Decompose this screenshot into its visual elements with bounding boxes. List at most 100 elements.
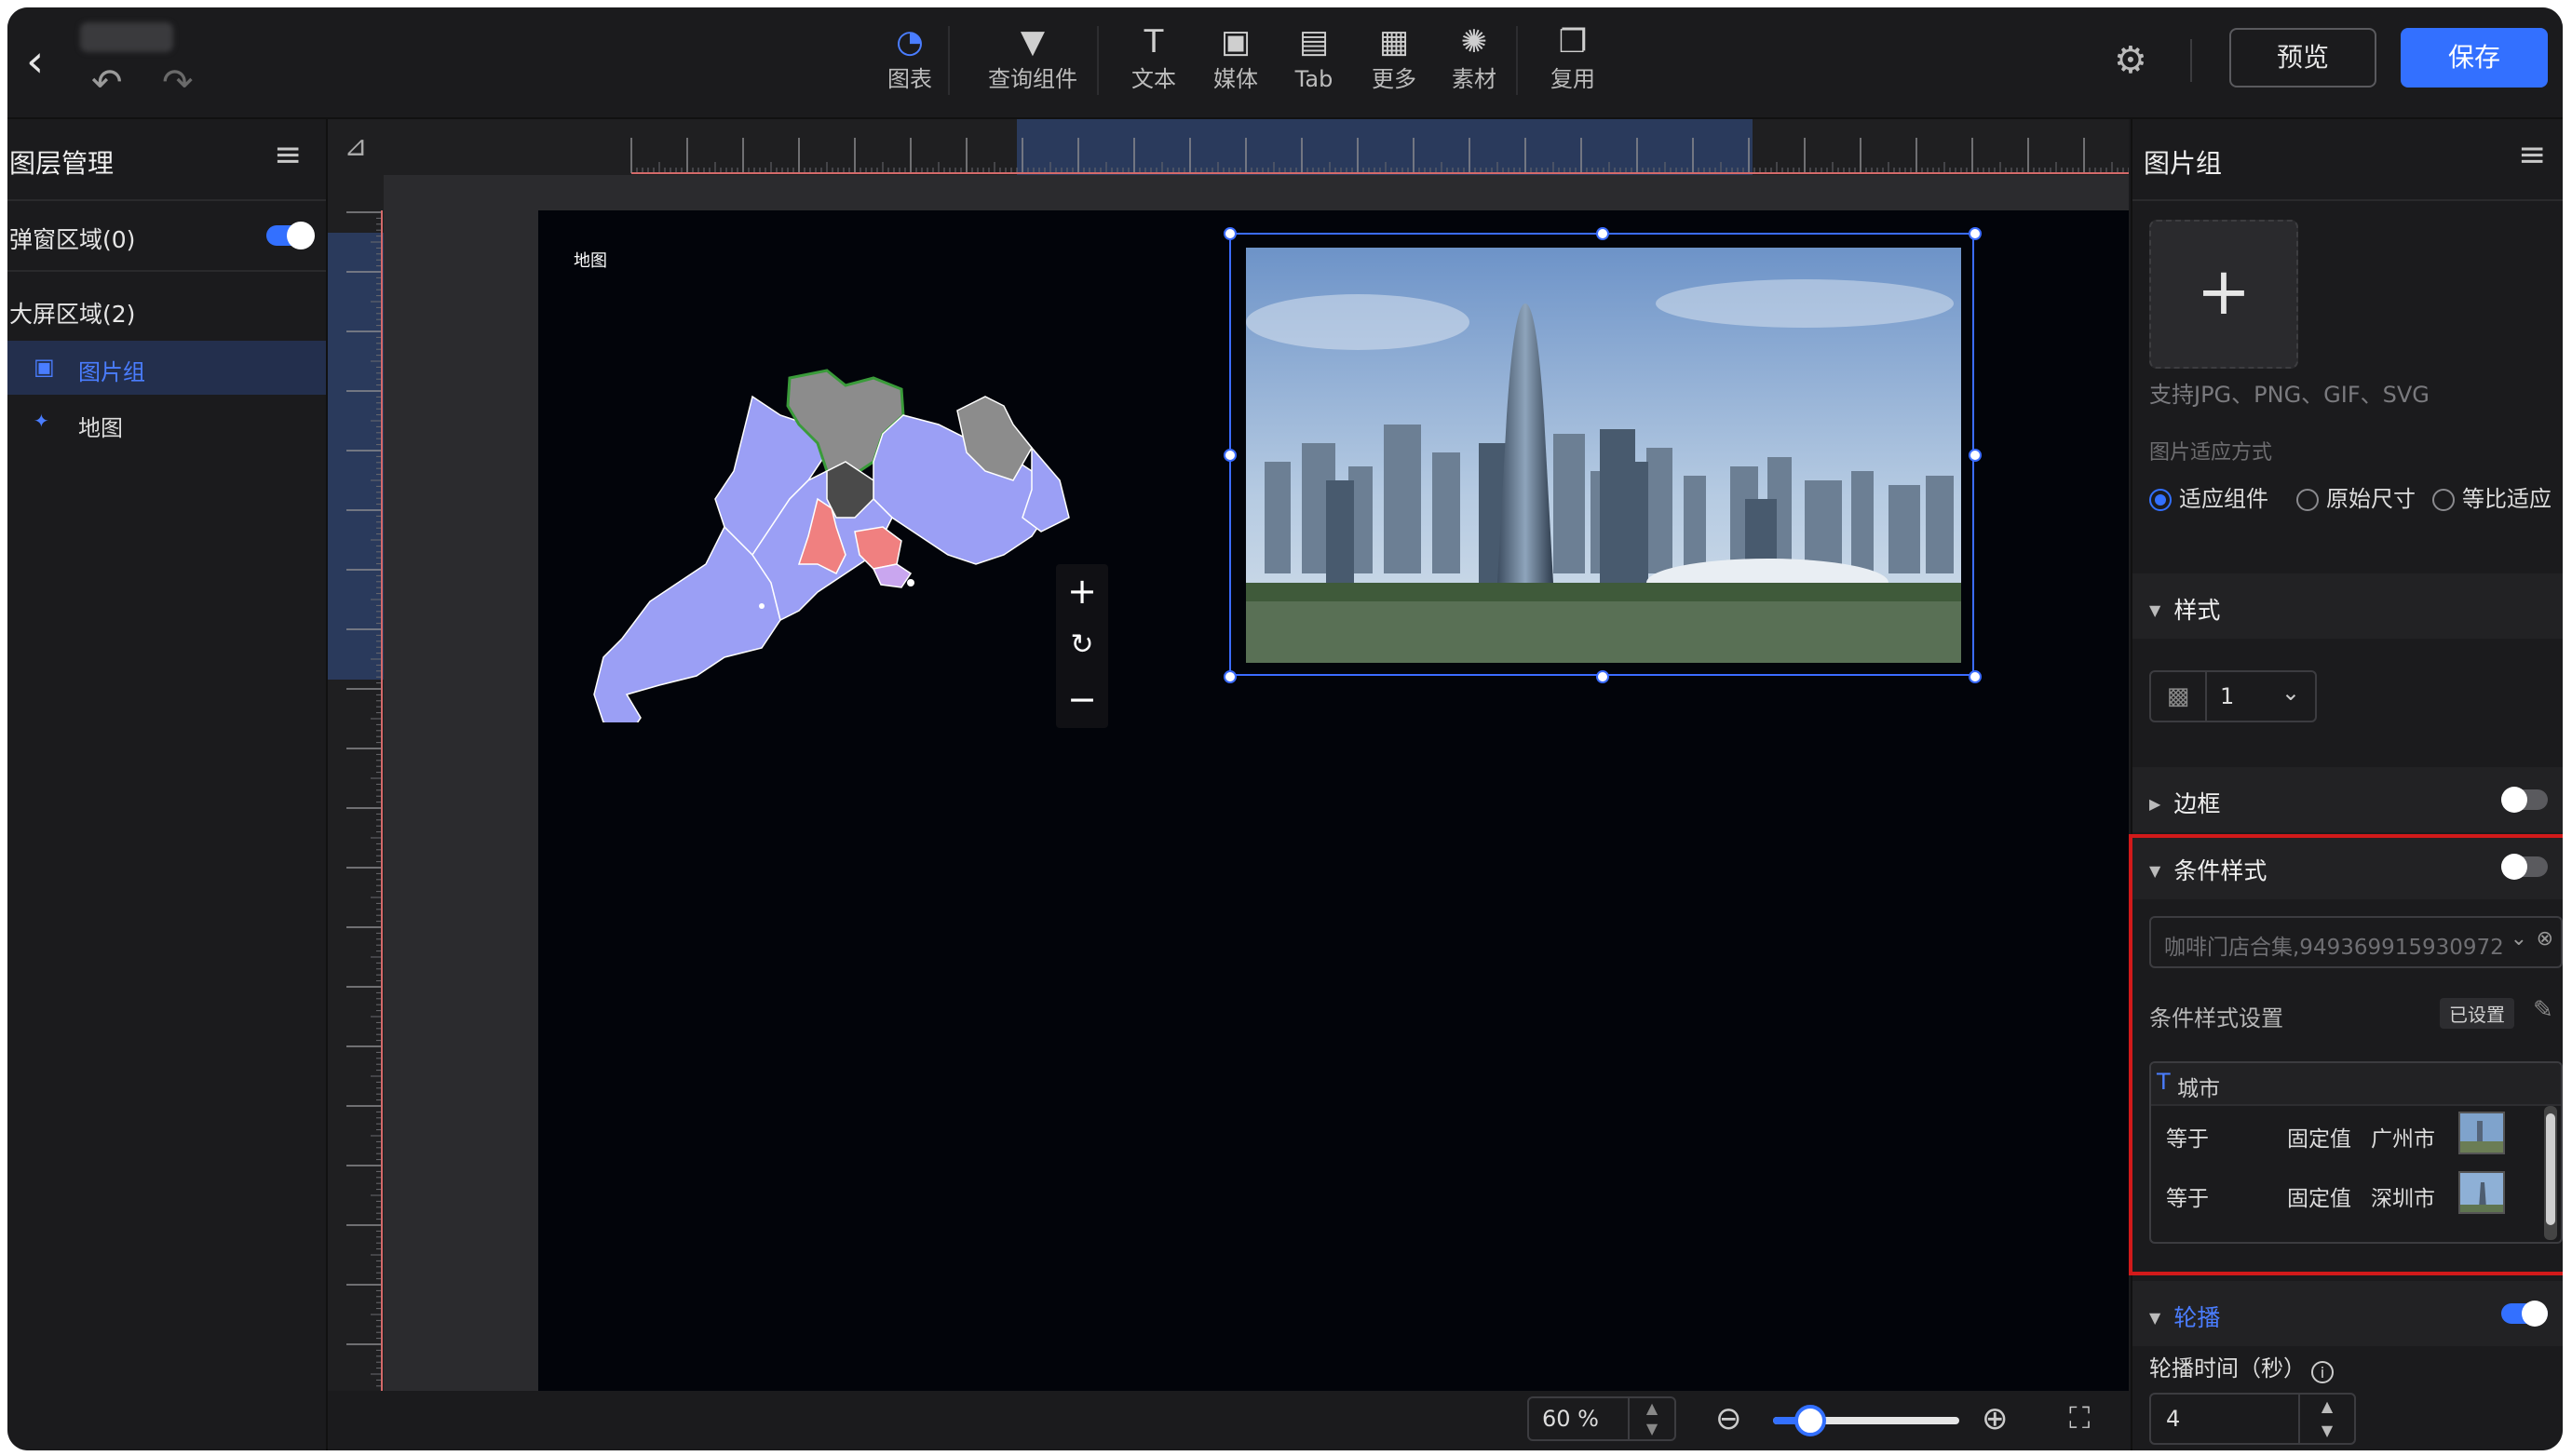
thumb-ground bbox=[2460, 1205, 2503, 1212]
fit-option-proportional[interactable]: 等比适应 bbox=[2432, 480, 2552, 513]
popup-area-toggle[interactable] bbox=[266, 222, 315, 249]
menu-icon[interactable]: ≡ bbox=[274, 136, 302, 174]
condition-image-thumbnail[interactable] bbox=[2458, 1171, 2505, 1214]
conditional-style-toggle[interactable] bbox=[2501, 854, 2548, 880]
layer-name: 地图 bbox=[78, 415, 123, 441]
resize-handle-b[interactable] bbox=[1596, 670, 1609, 683]
style-section-header[interactable]: ▼ 样式 bbox=[2132, 573, 2563, 639]
tool-chart[interactable]: ◔ 图表 bbox=[859, 19, 961, 108]
resize-handle-t[interactable] bbox=[1596, 227, 1609, 240]
image-group-component[interactable] bbox=[1224, 227, 1982, 683]
menu-icon[interactable]: ≡ bbox=[2518, 136, 2546, 174]
layer-item-image-group[interactable]: ▣ 图片组 bbox=[7, 341, 326, 395]
horizontal-ruler[interactable] bbox=[384, 119, 2129, 175]
section-title: 轮播 bbox=[2173, 1304, 2221, 1331]
dataset-select[interactable]: 咖啡门店合集,949369915930972 ⌄ ⊗ bbox=[2149, 916, 2563, 968]
carousel-time-input[interactable]: 4 ▲ ▼ bbox=[2149, 1393, 2356, 1445]
carousel-toggle[interactable] bbox=[2501, 1301, 2548, 1327]
radio-checked-icon[interactable] bbox=[2149, 489, 2172, 511]
edit-icon[interactable]: ✎ bbox=[2533, 996, 2553, 1024]
fit-screen-icon[interactable]: ⛶ bbox=[2069, 1400, 2090, 1436]
conditional-style-section-header[interactable]: ▼ 条件样式 bbox=[2132, 834, 2563, 899]
style-value: 1 bbox=[2220, 683, 2235, 709]
redo-icon[interactable]: ↷ bbox=[162, 61, 194, 104]
condition-row[interactable]: 等于 固定值 深圳市 bbox=[2151, 1167, 2546, 1223]
fit-option-component[interactable]: 适应组件 bbox=[2149, 480, 2268, 513]
zoom-slider-knob[interactable] bbox=[1794, 1405, 1826, 1436]
map-zoom-in-icon[interactable]: + bbox=[1056, 564, 1108, 618]
upload-format-hint: 支持JPG、PNG、GIF、SVG bbox=[2149, 382, 2430, 408]
stepper-down-icon[interactable]: ▼ bbox=[1630, 1419, 1674, 1439]
condition-image-thumbnail[interactable] bbox=[2458, 1112, 2505, 1154]
design-canvas[interactable]: 地图 + ↻ − bbox=[538, 210, 2129, 1391]
city-skyline-image bbox=[1246, 248, 1961, 663]
tool-label: 查询组件 bbox=[988, 66, 1077, 92]
info-icon[interactable]: i bbox=[2311, 1361, 2334, 1383]
map-zoom-out-icon[interactable]: − bbox=[1056, 672, 1108, 726]
map-island-2 bbox=[759, 603, 765, 609]
radio-icon[interactable] bbox=[2432, 489, 2455, 511]
zoom-input[interactable]: 60 % ▲ ▼ bbox=[1527, 1396, 1676, 1441]
map-reset-icon[interactable]: ↻ bbox=[1056, 618, 1108, 672]
carousel-section-header[interactable]: ▼ 轮播 bbox=[2132, 1281, 2563, 1346]
map-region-huizhou-east[interactable] bbox=[872, 563, 913, 588]
resize-handle-l[interactable] bbox=[1224, 449, 1237, 462]
chevron-down-icon: ⌄ bbox=[2510, 927, 2527, 950]
tool-reuse[interactable]: ❐ 复用 bbox=[1522, 19, 1624, 108]
stepper-up-icon[interactable]: ▲ bbox=[1630, 1398, 1674, 1419]
radio-icon[interactable] bbox=[2296, 489, 2319, 511]
condition-row[interactable]: 等于 固定值 广州市 bbox=[2151, 1108, 2546, 1164]
caret-down-icon: ▼ bbox=[2149, 601, 2161, 619]
clear-icon[interactable]: ⊗ bbox=[2536, 927, 2553, 950]
conditional-setting-label: 条件样式设置 bbox=[2149, 1005, 2283, 1031]
save-button[interactable]: 保存 bbox=[2401, 28, 2548, 88]
condition-type: 固定值 bbox=[2287, 1127, 2351, 1152]
undo-icon[interactable]: ↶ bbox=[91, 61, 123, 104]
resize-handle-tl[interactable] bbox=[1224, 227, 1237, 240]
map-region-west[interactable] bbox=[593, 525, 781, 722]
fit-option-original[interactable]: 原始尺寸 bbox=[2296, 480, 2416, 513]
tool-query[interactable]: ▼ 查询组件 bbox=[972, 19, 1093, 108]
settings-sliders-icon[interactable]: ⚙ bbox=[2114, 39, 2147, 82]
stepper-down-icon[interactable]: ▼ bbox=[2300, 1419, 2354, 1443]
popup-area-row[interactable]: 弹窗区域(0) bbox=[7, 201, 326, 272]
ruler-corner-icon[interactable]: ⊿ bbox=[328, 119, 384, 175]
number-stepper[interactable]: ▲ ▼ bbox=[2298, 1395, 2354, 1443]
condition-value: 深圳市 bbox=[2371, 1187, 2435, 1211]
tool-assets[interactable]: ✺ 素材 bbox=[1423, 19, 1525, 108]
resize-handle-tr[interactable] bbox=[1969, 227, 1982, 240]
carousel-time-text: 轮播时间（秒） bbox=[2149, 1355, 2306, 1382]
stepper-up-icon[interactable]: ▲ bbox=[2300, 1395, 2354, 1419]
zoom-stepper[interactable]: ▲ ▼ bbox=[1628, 1398, 1674, 1439]
tool-label: 图表 bbox=[887, 66, 932, 92]
border-toggle[interactable] bbox=[2501, 787, 2548, 813]
layer-item-map[interactable]: ✦ 地图 bbox=[7, 397, 326, 451]
resize-handle-bl[interactable] bbox=[1224, 670, 1237, 683]
resize-handle-r[interactable] bbox=[1969, 449, 1982, 462]
vertical-ruler[interactable] bbox=[328, 175, 384, 1391]
map-title: 地图 bbox=[574, 251, 607, 271]
style-select[interactable]: ▩ 1 ⌄ bbox=[2149, 670, 2317, 722]
section-title: 条件样式 bbox=[2173, 857, 2267, 884]
cloud bbox=[1656, 279, 1954, 328]
condition-value: 广州市 bbox=[2371, 1127, 2435, 1152]
border-section-header[interactable]: ▶ 边框 bbox=[2132, 767, 2563, 832]
condition-type: 固定值 bbox=[2287, 1187, 2351, 1211]
radio-label: 原始尺寸 bbox=[2326, 486, 2416, 512]
project-title-blurred bbox=[80, 22, 173, 52]
carousel-time-value: 4 bbox=[2166, 1406, 2181, 1432]
thumb-ground bbox=[2460, 1141, 2503, 1153]
skyline-illustration bbox=[1246, 248, 1961, 663]
canvas-bottom-bar: 60 % ▲ ▼ ⊖ ⊕ ⛶ bbox=[328, 1391, 2129, 1450]
zoom-out-icon[interactable]: ⊖ bbox=[1715, 1400, 1742, 1437]
scrollbar-thumb[interactable] bbox=[2546, 1113, 2555, 1225]
back-arrow-icon[interactable]: ‹ bbox=[26, 34, 63, 89]
zoom-slider[interactable] bbox=[1773, 1405, 1959, 1436]
resize-handle-br[interactable] bbox=[1969, 670, 1982, 683]
preview-button[interactable]: 预览 bbox=[2229, 28, 2376, 88]
image-upload-button[interactable]: + bbox=[2149, 220, 2298, 369]
condition-scrollbar[interactable] bbox=[2544, 1106, 2557, 1240]
zoom-value: 60 % bbox=[1542, 1406, 1599, 1432]
screen-area-label[interactable]: 大屏区域(2) bbox=[9, 296, 135, 330]
zoom-in-icon[interactable]: ⊕ bbox=[1982, 1400, 2009, 1437]
